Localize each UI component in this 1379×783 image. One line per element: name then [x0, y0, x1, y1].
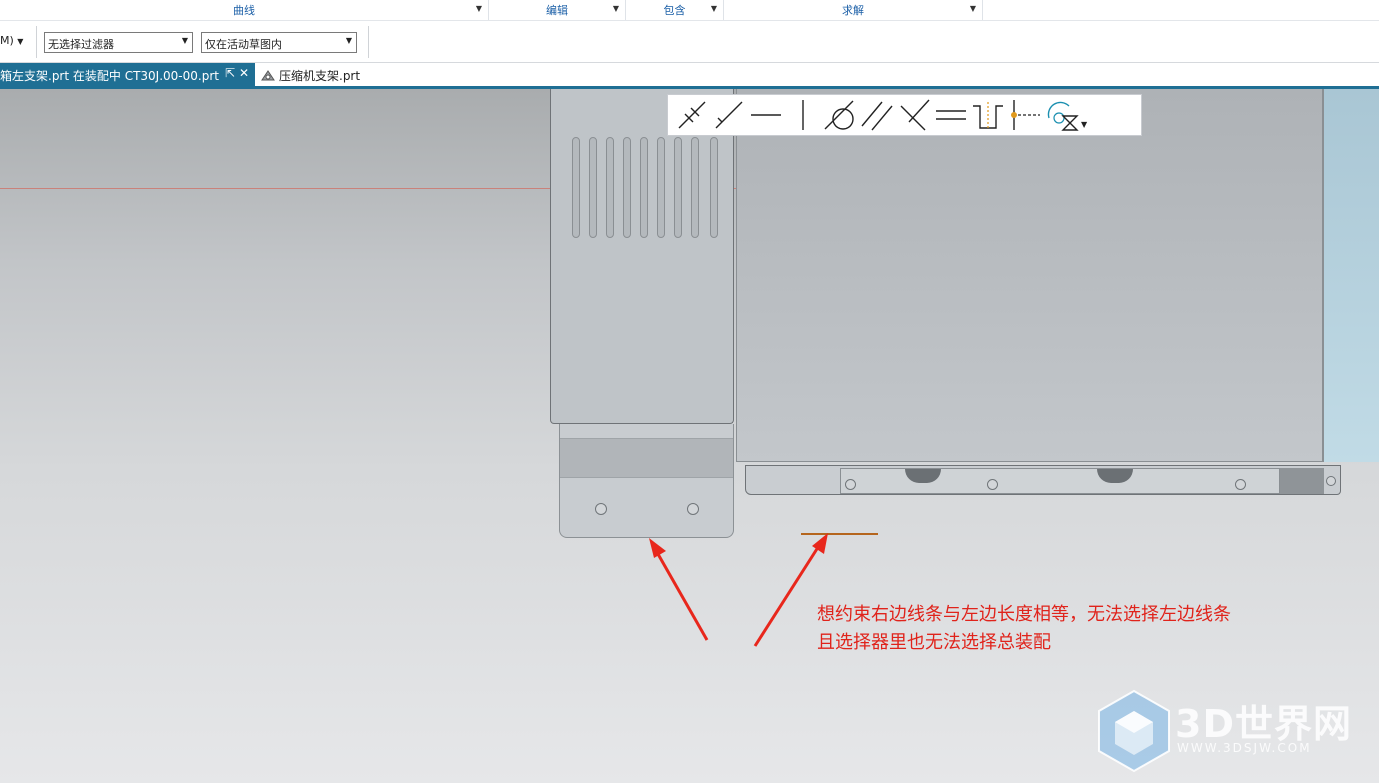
- export-icon[interactable]: ⇱: [225, 66, 235, 80]
- vertical-icon[interactable]: [785, 97, 821, 133]
- dropdown-arrow-icon[interactable]: ▼: [711, 4, 717, 13]
- selection-bar: M) ▼ 无选择过滤器 ▼ 仅在活动草图内 ▼: [0, 21, 1379, 63]
- midpoint-icon[interactable]: [970, 97, 1006, 133]
- annotation-line-2: 且选择器里也无法选择总装配: [817, 632, 1051, 653]
- annotation-arrows: [649, 533, 828, 647]
- ribbon-group-curve[interactable]: 曲线 ▼: [0, 0, 489, 20]
- dropdown-arrow-icon[interactable]: ▼: [476, 4, 482, 13]
- tangent-icon[interactable]: [822, 97, 858, 133]
- chevron-down-icon: ▼: [181, 36, 188, 45]
- type-filter-select[interactable]: 无选择过滤器 ▼: [44, 32, 193, 53]
- dropdown-arrow-icon[interactable]: ▼: [970, 4, 976, 13]
- ribbon-group-label: 求解: [842, 4, 864, 17]
- dropdown-arrow-icon[interactable]: ▼: [613, 4, 619, 13]
- watermark-logo: 3D世界网 WWW.3DSJW.COM: [1095, 689, 1365, 773]
- tab-compressor-bracket[interactable]: 压缩机支架.prt: [260, 67, 360, 84]
- annotation-text: 想约束右边线条与左边长度相等，无法选择左边线条 且选择器里也无法选择总装配: [817, 601, 1231, 657]
- watermark-text: 3D世界网: [1175, 702, 1352, 746]
- close-icon[interactable]: ✕: [239, 66, 249, 80]
- watermark-url: WWW.3DSJW.COM: [1177, 741, 1312, 755]
- ribbon-group-edit[interactable]: 编辑 ▼: [489, 0, 626, 20]
- part-file-icon: [261, 70, 275, 81]
- divider: [36, 26, 37, 58]
- selection-scope-select[interactable]: 仅在活动草图内 ▼: [201, 32, 357, 53]
- graphics-viewport[interactable]: 想约束右边线条与左边长度相等，无法选择左边线条 且选择器里也无法选择总装配 ▼ …: [0, 89, 1379, 783]
- perpendicular-icon[interactable]: [896, 97, 932, 133]
- ribbon-group-bar: 曲线 ▼ 编辑 ▼ 包含 ▼ 求解 ▼: [0, 0, 1379, 21]
- type-filter-value: 无选择过滤器: [48, 38, 114, 51]
- ribbon-group-label: 编辑: [546, 4, 568, 17]
- menu-fragment[interactable]: M) ▼: [0, 34, 23, 47]
- tab-label: 箱左支架.prt 在装配中 CT30J.00-00.prt: [0, 69, 219, 83]
- chevron-down-icon: ▼: [345, 36, 352, 45]
- equal-length-icon[interactable]: [933, 97, 969, 133]
- document-tab-strip: 箱左支架.prt 在装配中 CT30J.00-00.prt ⇱ ✕ 压缩机支架.…: [0, 63, 1379, 89]
- point-on-curve-icon[interactable]: [711, 97, 747, 133]
- constraint-toolbar: ▼: [667, 94, 1142, 136]
- parallel-icon[interactable]: [859, 97, 895, 133]
- ribbon-group-label: 包含: [663, 4, 686, 17]
- toolbar-more-dropdown[interactable]: ▼: [1081, 120, 1091, 129]
- divider: [368, 26, 369, 58]
- coincident-icon[interactable]: [674, 97, 710, 133]
- selection-scope-value: 仅在活动草图内: [205, 38, 282, 51]
- ribbon-group-include[interactable]: 包含 ▼: [626, 0, 724, 20]
- ribbon-group-label: 曲线: [233, 4, 255, 17]
- annotation-line-1: 想约束右边线条与左边长度相等，无法选择左边线条: [817, 604, 1231, 625]
- tab-label: 压缩机支架.prt: [279, 69, 361, 83]
- tab-active-part[interactable]: 箱左支架.prt 在装配中 CT30J.00-00.prt ⇱ ✕: [0, 63, 255, 86]
- cube-logo-icon: [1098, 689, 1170, 773]
- equal-radius-icon[interactable]: [1044, 97, 1080, 133]
- fixed-point-icon[interactable]: [1007, 97, 1043, 133]
- ribbon-group-solve[interactable]: 求解 ▼: [724, 0, 983, 20]
- horizontal-icon[interactable]: [748, 97, 784, 133]
